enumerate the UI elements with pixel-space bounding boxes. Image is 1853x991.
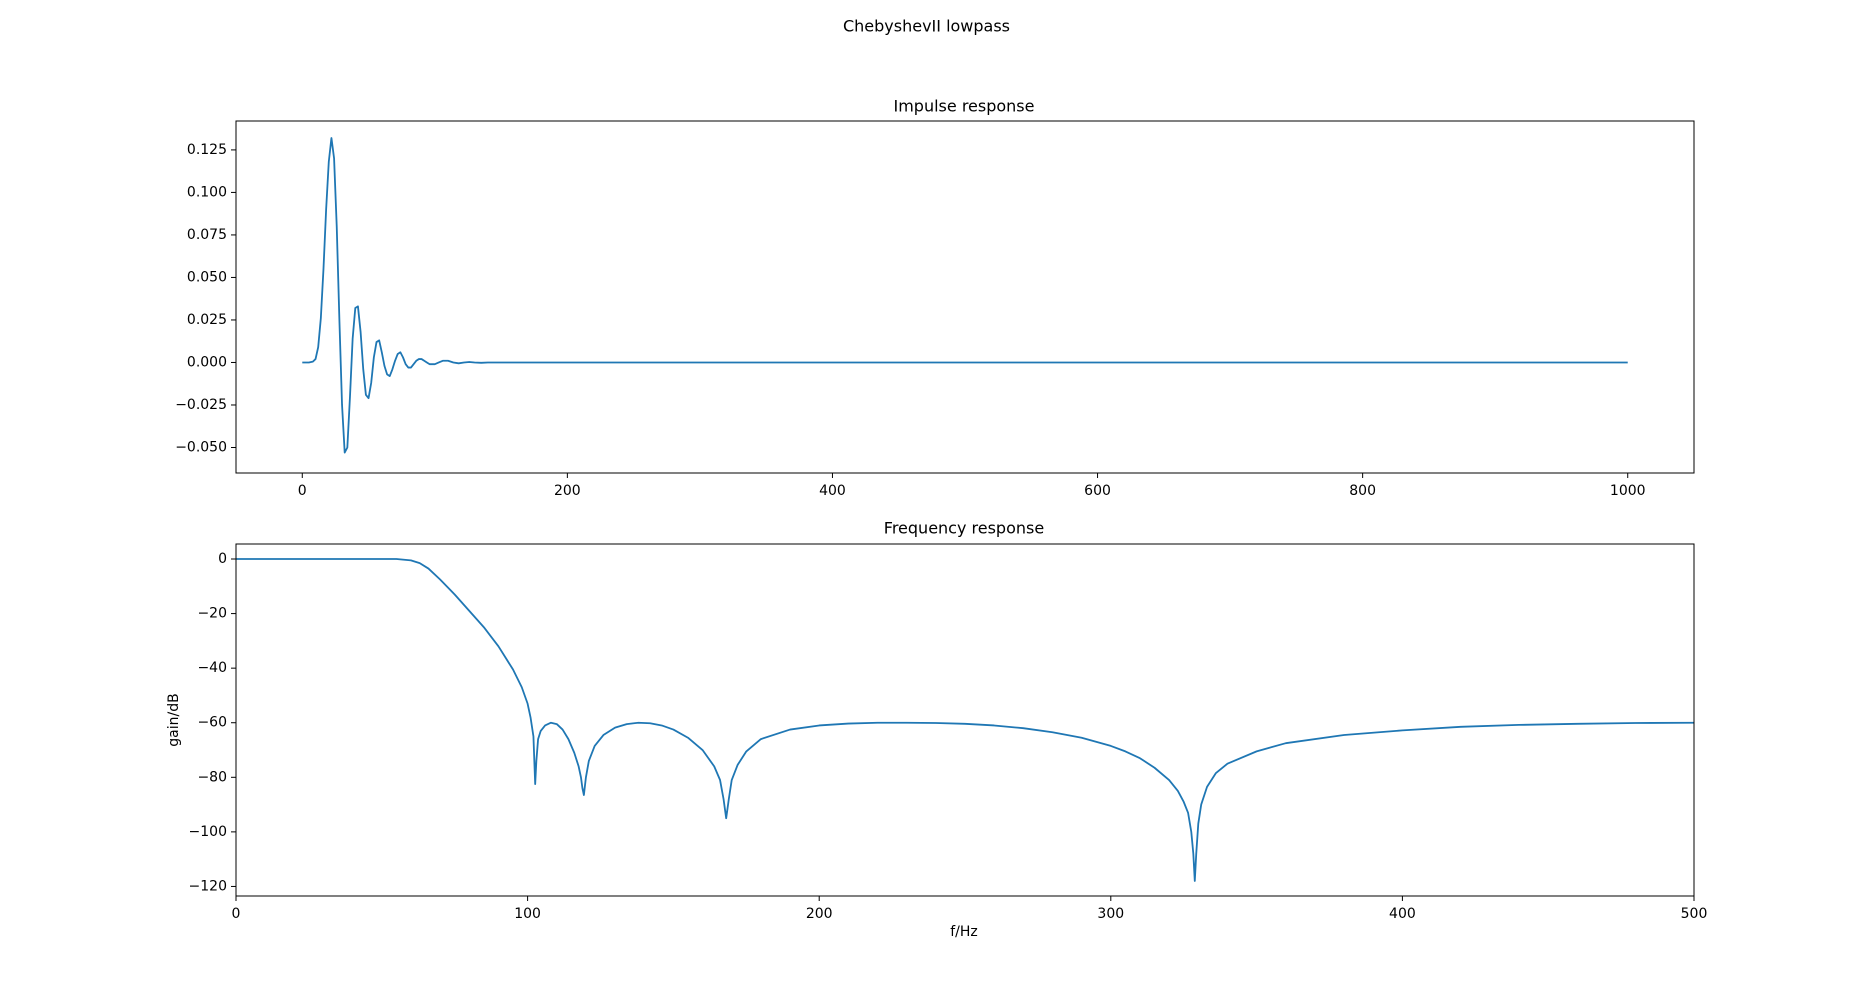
impulse-response-title: Impulse response xyxy=(894,97,1035,116)
frequency-response-title: Frequency response xyxy=(884,519,1044,538)
frequency-response-y-tick-label: −120 xyxy=(189,878,227,894)
frequency-response-y-tick-label: −20 xyxy=(197,606,227,622)
impulse-response-x-tick-label: 400 xyxy=(819,483,846,499)
impulse-response-y-tick-label: −0.050 xyxy=(175,439,227,455)
frequency-response-x-tick-label: 500 xyxy=(1681,906,1708,922)
impulse-response-y-tick-label: 0.100 xyxy=(187,184,227,200)
frequency-response-y-tick-label: −100 xyxy=(189,824,227,840)
impulse-response-x-tick-label: 800 xyxy=(1349,483,1376,499)
impulse-response-x-tick-label: 0 xyxy=(298,483,307,499)
impulse-response-y-tick-label: 0.025 xyxy=(187,312,227,328)
impulse-response-y-tick-label: −0.025 xyxy=(175,397,227,413)
frequency-response-x-tick-label: 100 xyxy=(514,906,541,922)
impulse-response-x-tick-label: 200 xyxy=(554,483,581,499)
frequency-response-y-tick-label: −60 xyxy=(197,715,227,731)
frequency-response-x-label: f/Hz xyxy=(950,924,978,940)
impulse-response-x-tick-label: 600 xyxy=(1084,483,1111,499)
frequency-response-y-tick-label: 0 xyxy=(218,551,227,567)
frequency-response-x-tick-label: 200 xyxy=(806,906,833,922)
impulse-response-y-tick-label: 0.125 xyxy=(187,142,227,158)
impulse-response-x-tick-label: 1000 xyxy=(1610,483,1646,499)
impulse-response-y-tick-label: 0.075 xyxy=(187,227,227,243)
impulse-response-y-tick-label: 0.000 xyxy=(187,354,227,370)
frequency-response-y-tick-label: −80 xyxy=(197,769,227,785)
figure-canvas: ChebyshevII lowpass Impulse response 0 20… xyxy=(0,0,1853,991)
frequency-response-x-tick-label: 400 xyxy=(1389,906,1416,922)
frequency-response-y-tick-label: −40 xyxy=(197,660,227,676)
frequency-response-x-tick-label: 0 xyxy=(232,906,241,922)
frequency-response-y-label: gain/dB xyxy=(166,693,182,746)
figure-suptitle: ChebyshevII lowpass xyxy=(843,17,1010,36)
figure-background xyxy=(0,0,1853,991)
frequency-response-x-tick-label: 300 xyxy=(1097,906,1124,922)
impulse-response-y-tick-label: 0.050 xyxy=(187,269,227,285)
